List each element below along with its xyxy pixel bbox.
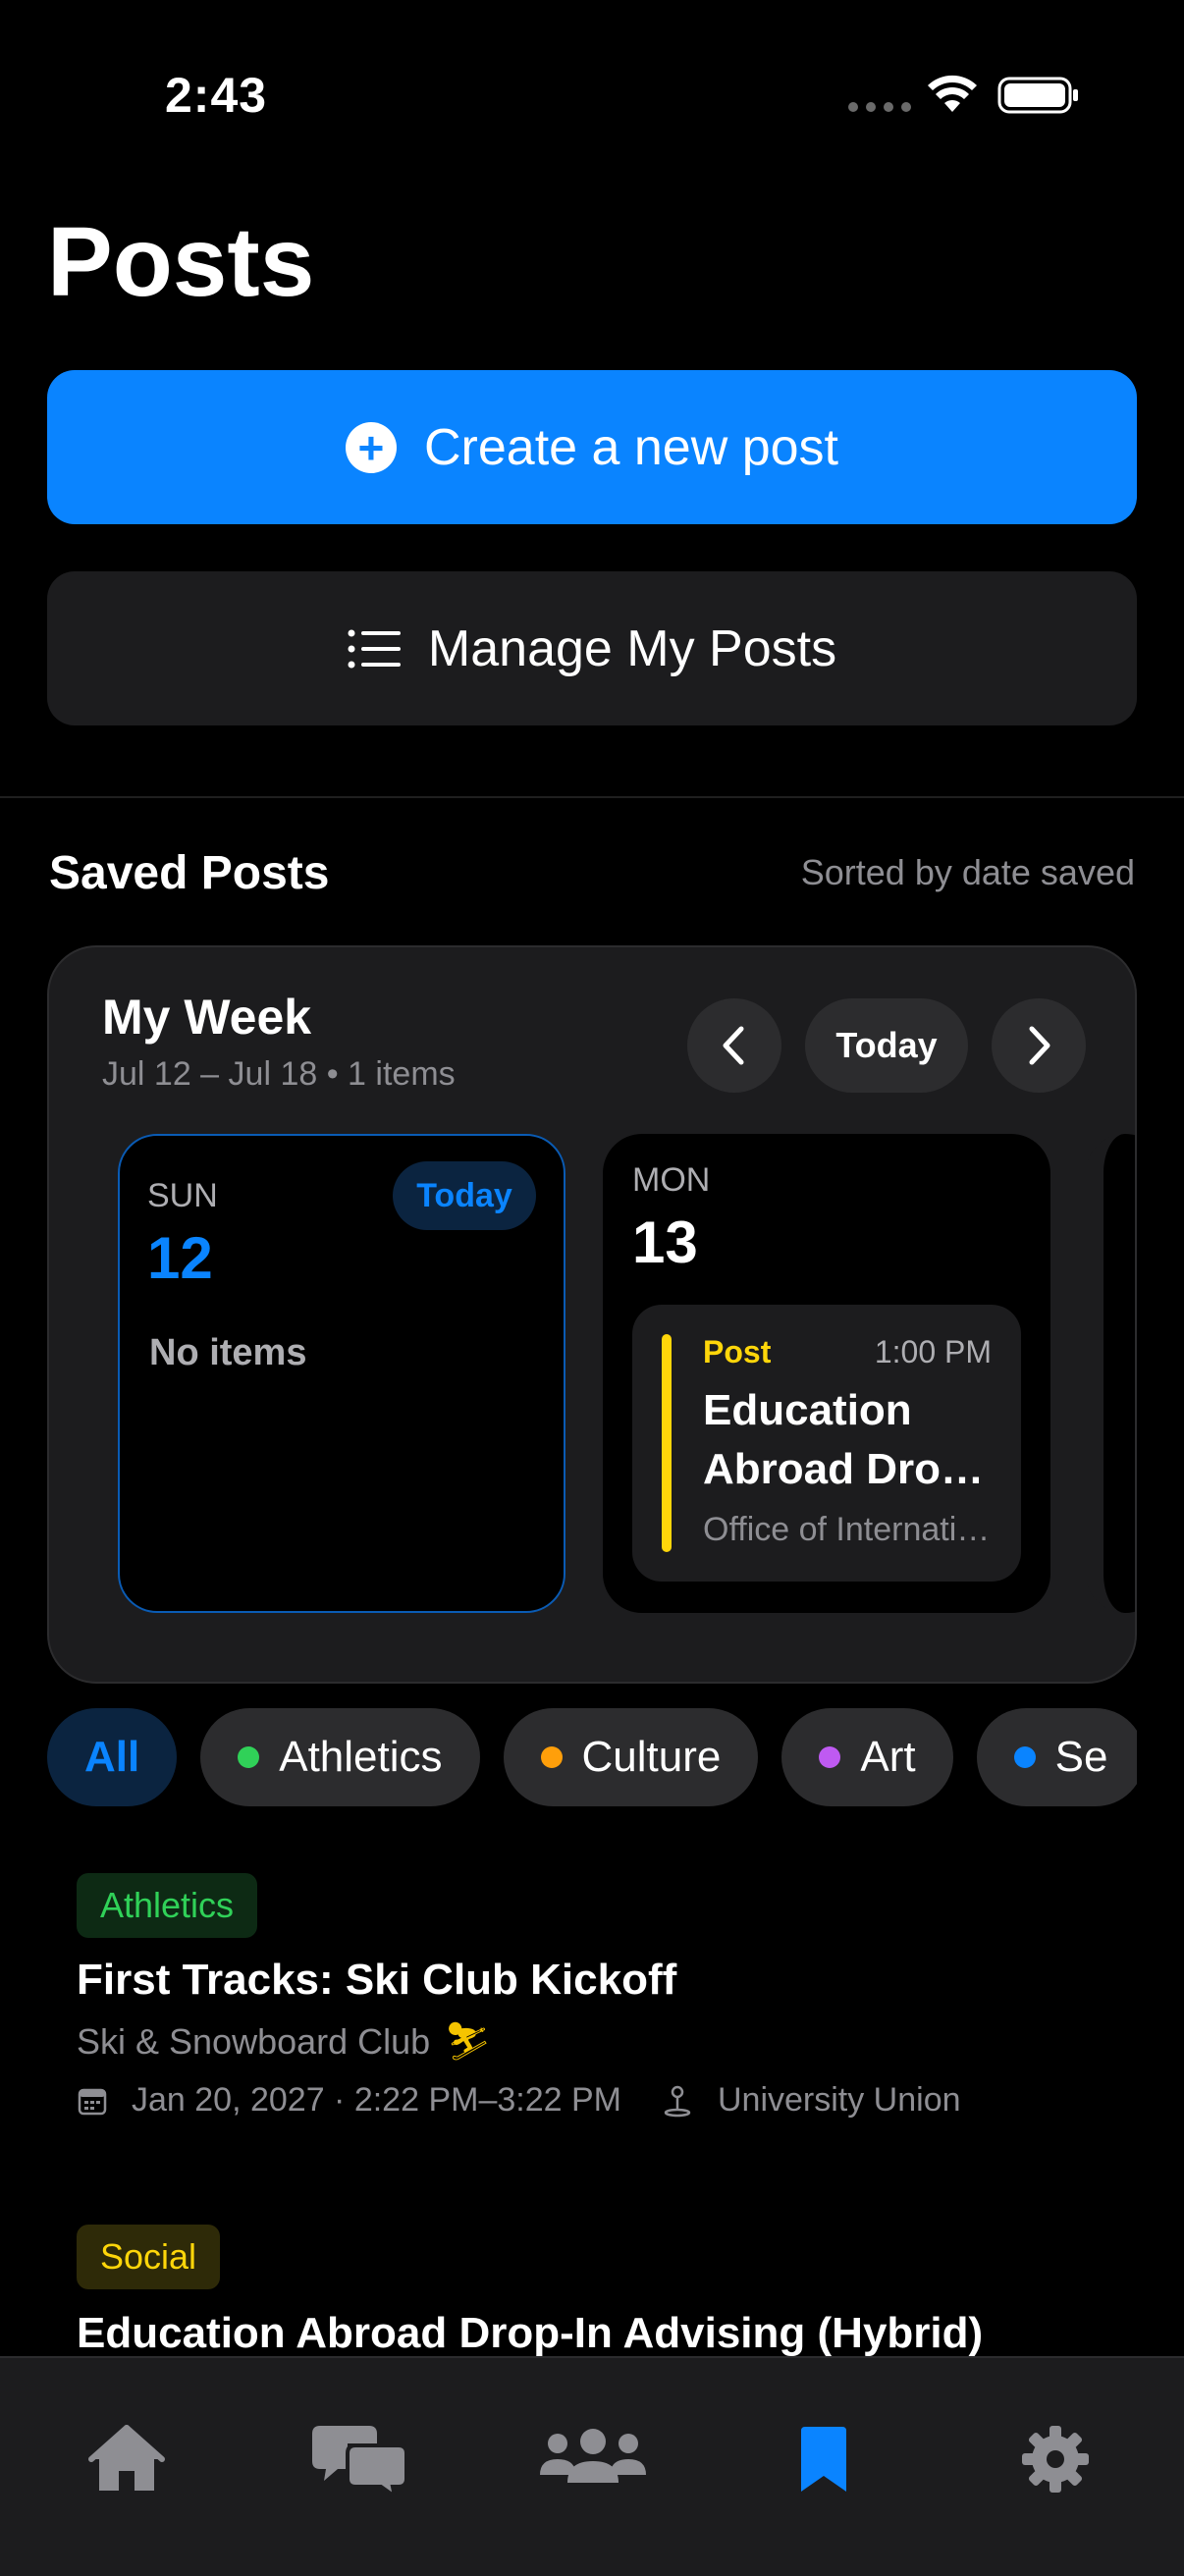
- event-title: Education Abroad Drop-In Advising: [703, 1381, 1007, 1499]
- category-dot-icon: [540, 1746, 563, 1768]
- filter-chip-partial[interactable]: Se: [976, 1708, 1137, 1806]
- filter-chip-label: Se: [1054, 1733, 1108, 1781]
- my-week-card: My Week Jul 12 – Jul 18 • 1 items Today …: [47, 945, 1137, 1684]
- location-pin-icon: [664, 2085, 691, 2117]
- people-icon: [540, 2429, 646, 2483]
- page-title: Posts: [47, 207, 315, 317]
- day-name: MON: [632, 1161, 711, 1199]
- create-post-button[interactable]: + Create a new post: [47, 370, 1137, 524]
- filter-chip-art[interactable]: Art: [781, 1708, 953, 1806]
- event-color-bar: [662, 1334, 672, 1552]
- post-item[interactable]: Athletics First Tracks: Ski Club Kickoff…: [77, 1873, 961, 2120]
- filter-chip-label: Culture: [581, 1733, 722, 1781]
- filter-chip-label: All: [84, 1733, 140, 1781]
- category-dot-icon: [238, 1746, 260, 1768]
- chevron-right-icon: [1029, 1026, 1050, 1065]
- week-title: My Week: [102, 990, 312, 1045]
- saved-posts-heading: Saved Posts: [49, 847, 330, 899]
- event-time: 1:00 PM: [874, 1334, 992, 1369]
- event-title-line2: Abroad Drop-In Advising: [703, 1445, 1007, 1493]
- list-icon: [348, 629, 401, 668]
- status-time: 2:43: [165, 68, 268, 123]
- sort-label: Sorted by date saved: [800, 852, 1135, 892]
- post-datetime: Jan 20, 2027 · 2:22 PM–3:22 PM: [132, 2081, 621, 2119]
- previous-week-button[interactable]: [687, 998, 781, 1093]
- post-item[interactable]: Social Education Abroad Drop-In Advising…: [77, 2225, 983, 2358]
- filter-chip-label: Athletics: [279, 1733, 443, 1781]
- tab-messages[interactable]: [310, 2415, 408, 2503]
- event-organizer: Office of International Programs: [703, 1511, 1007, 1548]
- category-dot-icon: [1013, 1746, 1036, 1768]
- post-location: University Union: [717, 2081, 961, 2119]
- day-number: 12: [147, 1225, 213, 1291]
- today-button[interactable]: Today: [805, 998, 968, 1093]
- tab-home[interactable]: [82, 2415, 171, 2503]
- calendar-icon: [78, 2088, 107, 2115]
- next-week-button[interactable]: [992, 998, 1086, 1093]
- filter-chip-culture[interactable]: Culture: [503, 1708, 759, 1806]
- post-category-tag: Athletics: [77, 1873, 258, 1938]
- create-post-label: Create a new post: [423, 418, 839, 476]
- post-title: First Tracks: Ski Club Kickoff: [77, 1956, 677, 2004]
- post-title: Education Abroad Drop-In Advising (Hybri…: [77, 2309, 984, 2357]
- tab-saved[interactable]: [780, 2415, 868, 2503]
- tab-bar: [0, 2356, 1184, 2576]
- battery-icon: [997, 77, 1078, 114]
- plus-circle-icon: +: [345, 421, 397, 473]
- post-category-tag: Social: [77, 2225, 221, 2289]
- filter-chip-athletics[interactable]: Athletics: [200, 1708, 480, 1806]
- chevron-left-icon: [723, 1026, 744, 1065]
- week-event-item[interactable]: Post 1:00 PM Education Abroad Drop-In Ad…: [632, 1305, 1021, 1582]
- manage-posts-label: Manage My Posts: [427, 619, 837, 677]
- day-number: 13: [632, 1209, 698, 1275]
- chat-bubbles-icon: [312, 2426, 406, 2496]
- category-filter-bar: All Athletics Culture Art Se: [47, 1708, 1137, 1806]
- no-items-label: No items: [149, 1332, 307, 1373]
- filter-chip-label: Art: [860, 1733, 916, 1781]
- day-card-sunday[interactable]: SUN 12 Today No items: [118, 1134, 565, 1613]
- manage-posts-button[interactable]: Manage My Posts: [47, 571, 1137, 725]
- post-organizer: Ski & Snowboard Club: [77, 2021, 431, 2062]
- today-badge: Today: [393, 1161, 536, 1230]
- wifi-icon: [928, 75, 977, 112]
- day-card-tuesday-partial[interactable]: [1086, 1134, 1135, 1613]
- filter-chip-all[interactable]: All: [47, 1708, 178, 1806]
- skier-emoji-icon: ⛷: [444, 2021, 492, 2063]
- signal-dots-icon: [848, 102, 911, 112]
- category-dot-icon: [819, 1746, 841, 1768]
- bookmark-icon: [801, 2427, 846, 2492]
- tab-people[interactable]: [534, 2415, 652, 2503]
- tab-settings[interactable]: [1011, 2415, 1100, 2503]
- gear-icon: [1022, 2426, 1089, 2493]
- day-name: SUN: [147, 1177, 218, 1214]
- week-range: Jul 12 – Jul 18 • 1 items: [102, 1055, 456, 1093]
- event-title-line1: Education: [703, 1386, 912, 1434]
- home-icon: [88, 2425, 165, 2491]
- event-type: Post: [703, 1334, 772, 1369]
- section-divider: [0, 796, 1184, 798]
- day-card-monday[interactable]: MON 13 Post 1:00 PM Education Abroad Dro…: [603, 1134, 1050, 1613]
